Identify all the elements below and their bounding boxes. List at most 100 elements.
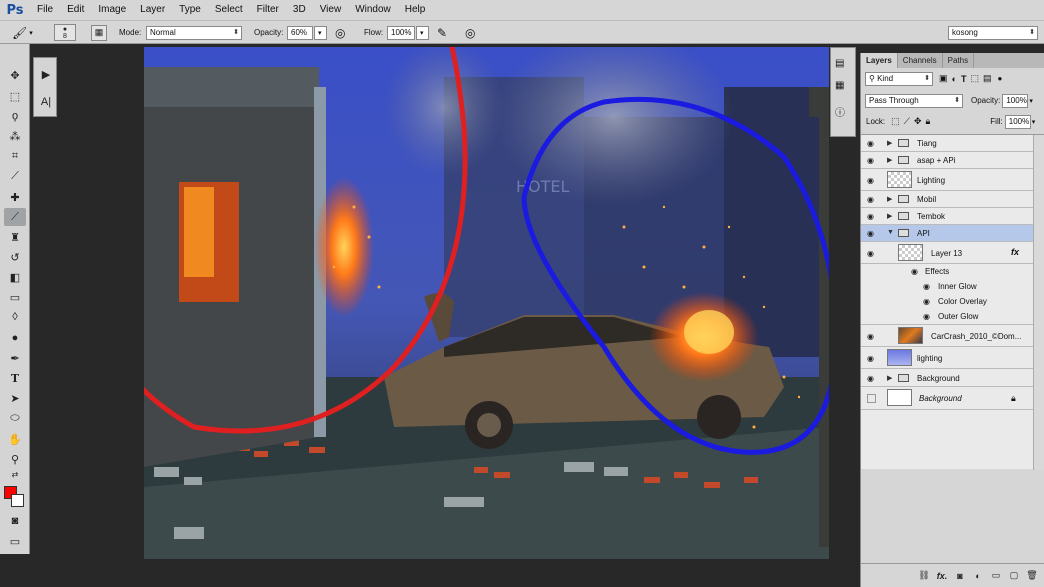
layer-row[interactable]: ◉ lighting — [861, 347, 1033, 369]
menu-help[interactable]: Help — [398, 0, 433, 20]
effect-row[interactable]: ◉ Color Overlay — [861, 294, 1033, 309]
chevron-right-icon[interactable]: ▶ — [887, 156, 895, 164]
effect-row[interactable]: ◉ Inner Glow — [861, 279, 1033, 294]
menu-filter[interactable]: Filter — [250, 0, 286, 20]
blend-mode-select[interactable]: Pass Through ⬍ — [865, 93, 963, 108]
menu-window[interactable]: Window — [348, 0, 398, 20]
filter-smart-icon[interactable]: ▤ — [983, 73, 992, 84]
brush-tool[interactable]: ⟋ — [4, 208, 26, 226]
character-panel-button[interactable]: A| — [37, 92, 55, 112]
eye-icon[interactable]: ◉ — [911, 267, 921, 276]
eye-icon[interactable]: ◉ — [867, 176, 877, 185]
eye-icon[interactable]: ◉ — [867, 332, 877, 341]
swap-colors[interactable]: ⇄ — [4, 468, 26, 480]
layers-scrollbar[interactable] — [1033, 135, 1044, 470]
airbrush-button[interactable]: ✎ — [437, 24, 447, 41]
trash-icon[interactable]: 🗑︎ — [1025, 570, 1039, 581]
effect-row[interactable]: ◉ Outer Glow — [861, 309, 1033, 325]
marquee-tool[interactable]: ⬚ — [4, 87, 26, 105]
lock-all-icon[interactable]: 🔒︎ — [926, 116, 931, 127]
path-select-tool[interactable]: ➤ — [4, 389, 26, 407]
tab-channels[interactable]: Channels — [898, 53, 943, 68]
layer-opacity-input[interactable]: 100% — [1002, 93, 1029, 108]
new-group-icon[interactable]: ▭ — [989, 570, 1003, 581]
chevron-right-icon[interactable]: ▶ — [887, 139, 895, 147]
fill-input[interactable]: 100% — [1004, 114, 1031, 129]
eye-icon[interactable]: ◉ — [923, 282, 933, 291]
eye-icon[interactable]: ◉ — [867, 249, 877, 258]
pressure-size-button[interactable]: ◎ — [465, 24, 475, 41]
layer-row[interactable]: ◉ ▶ Tiang — [861, 135, 1033, 152]
lasso-tool[interactable]: ϙ — [4, 107, 26, 125]
layer-row[interactable]: ◉ ▶ asap + APi — [861, 152, 1033, 169]
screen-mode-toggle[interactable]: ▭ — [4, 532, 26, 550]
eye-icon[interactable]: ◉ — [923, 312, 933, 321]
blur-tool[interactable]: ◊ — [4, 308, 26, 326]
workspace-select[interactable]: kosong ⬍ — [948, 25, 1038, 40]
pressure-opacity-button[interactable]: ◎ — [335, 24, 345, 41]
panel-icon-3[interactable]: ⓘ — [835, 104, 845, 119]
menu-view[interactable]: View — [313, 0, 349, 20]
layer-row[interactable]: ◉ ▶ Mobil — [861, 191, 1033, 208]
layer-row[interactable]: ◉ ▶ Background — [861, 369, 1033, 387]
menu-image[interactable]: Image — [91, 0, 133, 20]
pen-tool[interactable]: ✒ — [4, 349, 26, 367]
menu-edit[interactable]: Edit — [60, 0, 91, 20]
effects-row[interactable]: ◉ Effects — [861, 264, 1033, 279]
lock-position-icon[interactable]: ✥ — [914, 116, 922, 127]
adjustment-icon[interactable]: ◐ — [971, 571, 985, 581]
crop-tool[interactable]: ⌗ — [4, 147, 26, 165]
link-icon[interactable]: ⛓ — [917, 570, 931, 581]
fx-icon[interactable]: fx — [1011, 247, 1019, 257]
quick-mask-toggle[interactable]: ◙ — [4, 512, 26, 530]
eye-icon[interactable]: ◉ — [867, 139, 877, 148]
menu-layer[interactable]: Layer — [133, 0, 172, 20]
history-brush-tool[interactable]: ↺ — [4, 248, 26, 266]
layer-row[interactable]: ◉ Lighting — [861, 169, 1033, 191]
mode-select[interactable]: Normal ⬍ — [146, 25, 242, 40]
visibility-toggle[interactable] — [867, 394, 876, 403]
menu-type[interactable]: Type — [172, 0, 208, 20]
filter-kind-select[interactable]: ⚲ Kind ⬍ — [865, 71, 933, 86]
chevron-right-icon[interactable]: ▶ — [887, 195, 895, 203]
shape-tool[interactable]: ⬭ — [4, 409, 26, 427]
layer-row[interactable]: ◉ CarCrash_2010_©Dom... — [861, 325, 1033, 347]
clone-stamp-tool[interactable]: ♜ — [4, 228, 26, 246]
lock-transparent-icon[interactable]: ⬚ — [891, 116, 900, 127]
type-tool[interactable]: T — [4, 369, 26, 387]
panel-icon-1[interactable]: ▤ — [835, 58, 844, 69]
eyedropper-tool[interactable]: ⟋ — [4, 167, 26, 185]
background-color-swatch[interactable] — [11, 494, 24, 507]
chevron-right-icon[interactable]: ▶ — [887, 374, 895, 382]
fx-menu-icon[interactable]: fx. — [935, 571, 949, 581]
eye-icon[interactable]: ◉ — [867, 229, 877, 238]
dodge-tool[interactable]: ● — [4, 329, 26, 347]
menu-select[interactable]: Select — [208, 0, 250, 20]
gradient-tool[interactable]: ▭ — [4, 288, 26, 306]
filter-toggle-icon[interactable]: ● — [997, 74, 1002, 83]
flow-input[interactable]: 100% — [387, 25, 415, 40]
menu-3d[interactable]: 3D — [286, 0, 313, 20]
eye-icon[interactable]: ◉ — [867, 374, 877, 383]
menu-file[interactable]: File — [30, 0, 60, 20]
lock-pixels-icon[interactable]: ⟋ — [904, 116, 910, 127]
brush-panel-toggle[interactable]: ▦ — [91, 24, 107, 41]
tab-paths[interactable]: Paths — [943, 53, 975, 68]
new-layer-icon[interactable]: ▢ — [1007, 570, 1021, 581]
opacity-slider-toggle[interactable]: ▾ — [314, 25, 327, 40]
filter-shape-icon[interactable]: ⬚ — [970, 73, 979, 84]
hand-tool[interactable]: ✋ — [4, 430, 26, 448]
zoom-tool[interactable]: ⚲ — [4, 450, 26, 468]
eye-icon[interactable]: ◉ — [923, 297, 933, 306]
layer-row[interactable]: Background 🔒︎ — [861, 387, 1033, 410]
eye-icon[interactable]: ◉ — [867, 156, 877, 165]
layer-row[interactable]: ◉ ▶ Tembok — [861, 208, 1033, 225]
chevron-down-icon[interactable]: ▼ — [887, 229, 895, 236]
document-canvas[interactable]: HOTEL — [144, 47, 829, 559]
eraser-tool[interactable]: ◧ — [4, 268, 26, 286]
layer-row[interactable]: ◉ Layer 13 fx — [861, 242, 1033, 264]
layer-row-selected[interactable]: ◉ ▼ API — [861, 225, 1033, 242]
panel-icon-2[interactable]: ▦ — [835, 80, 844, 91]
healing-brush-tool[interactable]: ✚ — [4, 188, 26, 206]
flow-slider-toggle[interactable]: ▾ — [416, 25, 429, 40]
